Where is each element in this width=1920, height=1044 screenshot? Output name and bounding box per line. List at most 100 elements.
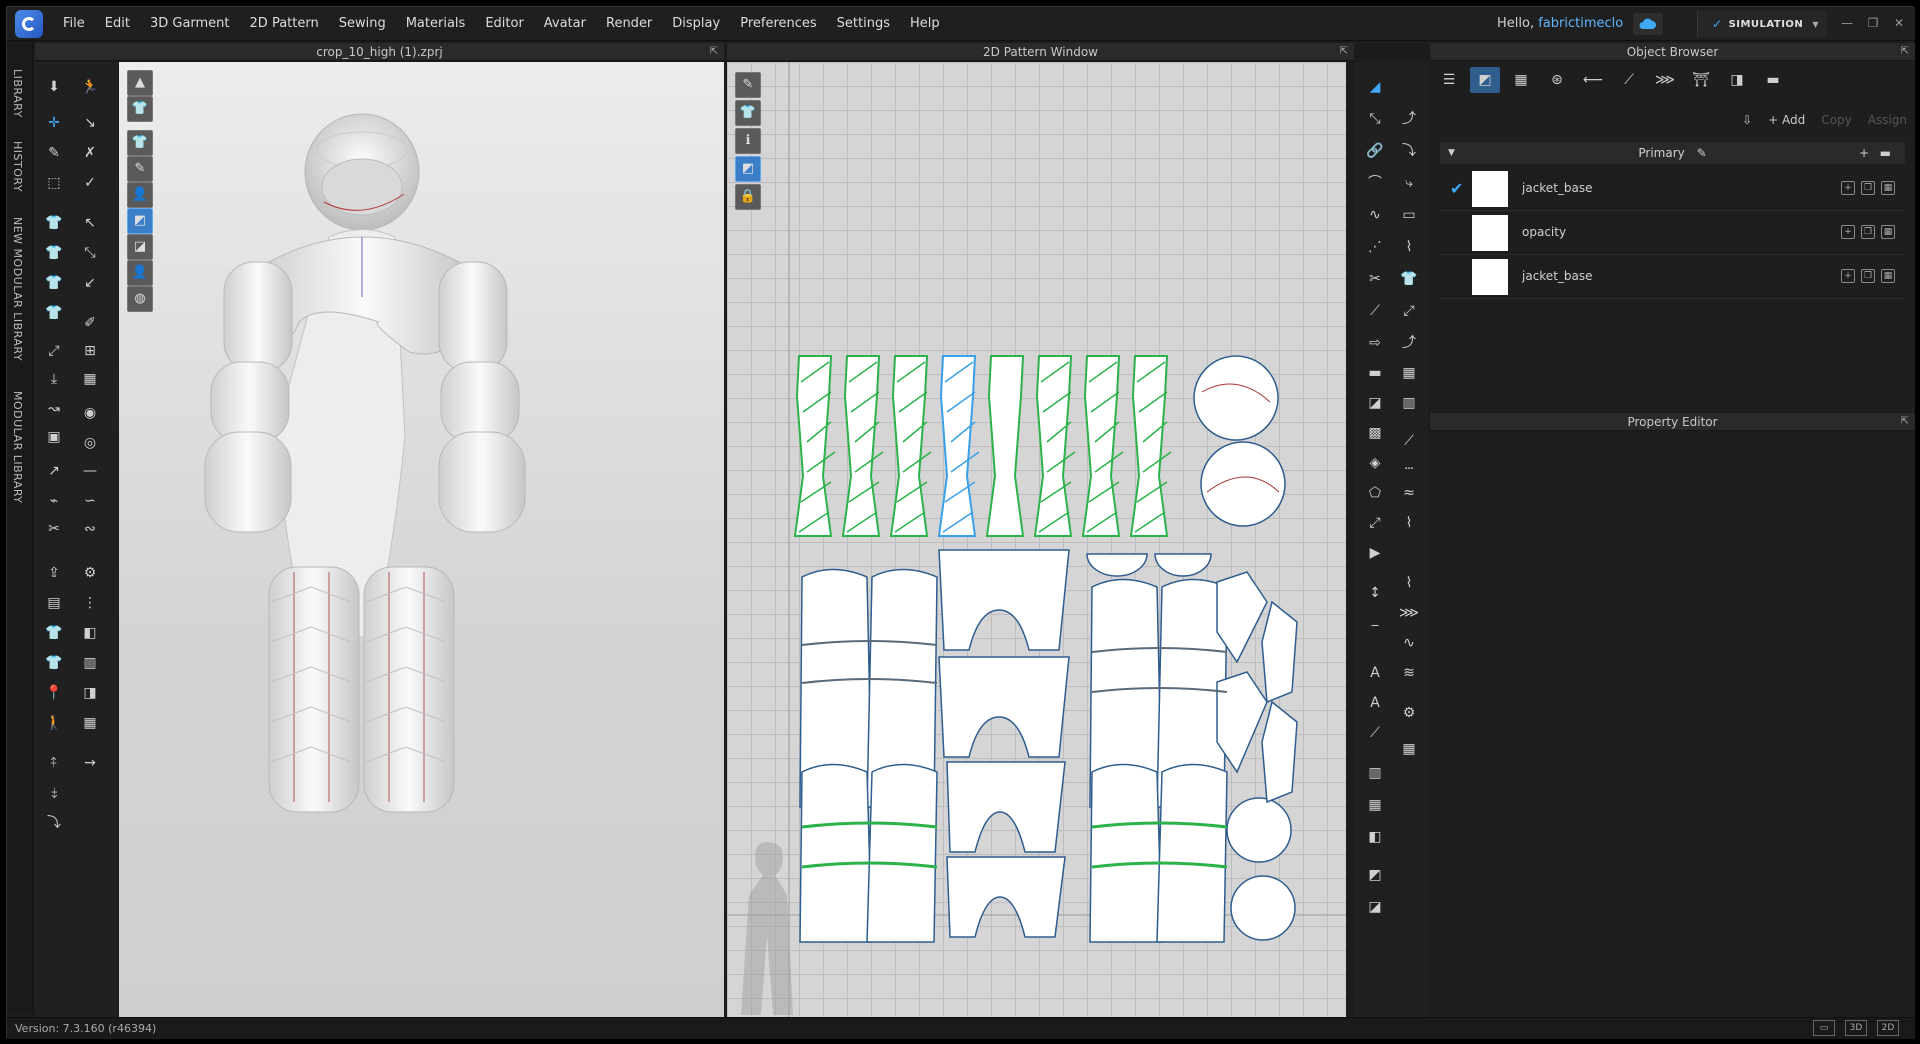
- tape-icon[interactable]: ⌇: [1398, 236, 1420, 258]
- 2d-view-button[interactable]: 2D: [1877, 1020, 1899, 1036]
- line-tool-icon[interactable]: ⟋: [1398, 430, 1420, 452]
- menu-render[interactable]: Render: [596, 7, 662, 41]
- list-item[interactable]: ✔ jacket_base + ❐ ▦: [1440, 167, 1905, 211]
- menu-sewing[interactable]: Sewing: [329, 7, 396, 41]
- copy-icon[interactable]: ❐: [1861, 181, 1875, 195]
- wave-icon[interactable]: ≈: [1398, 482, 1420, 504]
- avatar-pose-icon[interactable]: 🏃: [79, 76, 101, 98]
- puckering-object-icon[interactable]: ◨: [1722, 67, 1752, 93]
- menu-file[interactable]: File: [53, 7, 95, 41]
- export-icon[interactable]: ⇪: [43, 562, 65, 584]
- layer-merge-icon[interactable]: ▦: [79, 712, 101, 734]
- minimize-icon[interactable]: —: [1839, 15, 1855, 31]
- checker-icon[interactable]: ▦: [79, 368, 101, 390]
- symmetry-icon[interactable]: ◈: [1364, 452, 1386, 474]
- ruler-icon[interactable]: ↕: [1364, 582, 1386, 604]
- curvature-icon[interactable]: ∿: [1364, 204, 1386, 226]
- text-icon[interactable]: A: [1364, 662, 1386, 684]
- copy-icon[interactable]: ❐: [1861, 269, 1875, 283]
- zipper-object-icon[interactable]: ⋙: [1650, 67, 1680, 93]
- iron-icon[interactable]: ▭: [1398, 204, 1420, 226]
- measure-tool-icon[interactable]: ⤢: [1364, 512, 1386, 534]
- username-link[interactable]: fabrictimeclo: [1538, 16, 1623, 31]
- menu-materials[interactable]: Materials: [396, 7, 476, 41]
- shirt-edit-icon[interactable]: 👕: [1398, 268, 1420, 290]
- dart-icon[interactable]: ⟋: [1364, 300, 1386, 322]
- trim-icon[interactable]: ✂: [43, 518, 65, 540]
- topstitch-icon[interactable]: —: [79, 460, 101, 482]
- arrange-tool-icon[interactable]: ◪: [1364, 896, 1386, 918]
- panel-layer-icon[interactable]: ▥: [79, 652, 101, 674]
- tape-object-icon[interactable]: ▬: [1758, 67, 1788, 93]
- needle-icon[interactable]: ⟋: [1364, 722, 1386, 744]
- garment-icon[interactable]: 👕: [43, 212, 65, 234]
- assign-button[interactable]: Assign: [1868, 113, 1907, 127]
- close-icon[interactable]: ✕: [1891, 15, 1907, 31]
- text-edit-icon[interactable]: A: [1364, 692, 1386, 714]
- tab-new-modular-library[interactable]: NEW MODULAR LIBRARY: [11, 217, 24, 361]
- add-group-icon[interactable]: +: [1859, 142, 1869, 164]
- add-button[interactable]: + Add: [1768, 113, 1805, 127]
- hardware-icon[interactable]: ⚙: [79, 562, 101, 584]
- chevron-down-icon[interactable]: ▼: [1448, 142, 1455, 164]
- arrow-icon[interactable]: ⇨: [1364, 332, 1386, 354]
- group-header[interactable]: ▼ Primary ✎ + ▬: [1440, 142, 1905, 164]
- edit-icon[interactable]: ✎: [1697, 146, 1707, 160]
- delete-icon[interactable]: ▦: [1881, 269, 1895, 283]
- add-icon[interactable]: +: [1841, 269, 1855, 283]
- tab-modular-library[interactable]: MODULAR LIBRARY: [11, 391, 24, 504]
- menu-editor[interactable]: Editor: [475, 7, 533, 41]
- tshirt-icon[interactable]: 👕: [43, 622, 65, 644]
- menu-settings[interactable]: Settings: [827, 7, 900, 41]
- dashed-icon[interactable]: ┄: [1398, 458, 1420, 480]
- fit-icon[interactable]: ⤢: [1398, 300, 1420, 322]
- button-icon[interactable]: ◉: [79, 402, 101, 424]
- list-item[interactable]: jacket_base + ❐ ▦: [1440, 255, 1905, 299]
- add-icon[interactable]: +: [1841, 225, 1855, 239]
- puffer-icon[interactable]: ⚙: [1398, 702, 1420, 724]
- texture-icon[interactable]: ▣: [43, 426, 65, 448]
- tab-history[interactable]: HISTORY: [11, 141, 24, 192]
- menu-3d-garment[interactable]: 3D Garment: [140, 7, 240, 41]
- shirt-layer-icon[interactable]: 👕: [43, 652, 65, 674]
- fold-tool-icon[interactable]: ◧: [1364, 826, 1386, 848]
- expand-icon[interactable]: ⇱: [710, 43, 718, 61]
- unfold-icon[interactable]: ◩: [1364, 864, 1386, 886]
- ruler-bar-icon[interactable]: ⎯: [1364, 614, 1386, 636]
- pin-box-icon[interactable]: ✓: [79, 172, 101, 194]
- graph-icon[interactable]: ⤴: [1398, 332, 1420, 354]
- free-sewing-icon[interactable]: ⤷: [1398, 172, 1420, 194]
- fold-arrangement-icon[interactable]: ⤓: [43, 368, 65, 390]
- curve-icon[interactable]: ⌒: [1364, 172, 1386, 194]
- pin-avatar-icon[interactable]: 📍: [43, 682, 65, 704]
- fold-icon[interactable]: ⤴: [1398, 108, 1420, 130]
- edit-pattern-icon[interactable]: ✎: [43, 142, 65, 164]
- brush-icon[interactable]: ✐: [79, 312, 101, 334]
- tack-line-icon[interactable]: ⤡: [79, 242, 101, 264]
- grid-icon[interactable]: ⊞: [79, 340, 101, 362]
- trim-object-icon[interactable]: ⛩: [1686, 67, 1716, 93]
- 3d-view-button[interactable]: 3D: [1845, 1020, 1867, 1036]
- topstitch-object-icon[interactable]: ⟵: [1578, 67, 1608, 93]
- select-move-icon[interactable]: ⬇: [43, 76, 65, 98]
- stitch-icon[interactable]: ∾: [79, 518, 101, 540]
- arrangement-bar-icon[interactable]: ⤈: [43, 782, 65, 804]
- arrange-point-icon[interactable]: →: [79, 752, 101, 774]
- fabric-icon[interactable]: ◩: [1470, 67, 1500, 93]
- folder-icon[interactable]: ▬: [1364, 362, 1386, 384]
- arrangement-icon[interactable]: ⤉: [43, 752, 65, 774]
- texture-box-icon[interactable]: ▩: [1364, 422, 1386, 444]
- tack-icon[interactable]: ↖: [79, 212, 101, 234]
- select-mesh-icon[interactable]: ↘: [79, 112, 101, 134]
- expand-icon[interactable]: ⇱: [1340, 43, 1348, 61]
- delete-icon[interactable]: ▦: [1881, 181, 1895, 195]
- 2d-pattern-viewport[interactable]: ✎ 👕 ℹ ◩ 🔒: [727, 62, 1346, 1017]
- simulation-mode-dropdown[interactable]: ✓ SIMULATION ▼: [1697, 11, 1827, 37]
- menu-avatar[interactable]: Avatar: [534, 7, 596, 41]
- zipper-icon[interactable]: ⋮: [79, 592, 101, 614]
- puckering-icon[interactable]: ⤢: [43, 340, 65, 362]
- bag-icon[interactable]: ▤: [43, 592, 65, 614]
- garment-add-icon[interactable]: 👕: [43, 272, 65, 294]
- expand-icon[interactable]: ⇱: [1901, 413, 1909, 431]
- add-point-icon[interactable]: ⋰: [1364, 236, 1386, 258]
